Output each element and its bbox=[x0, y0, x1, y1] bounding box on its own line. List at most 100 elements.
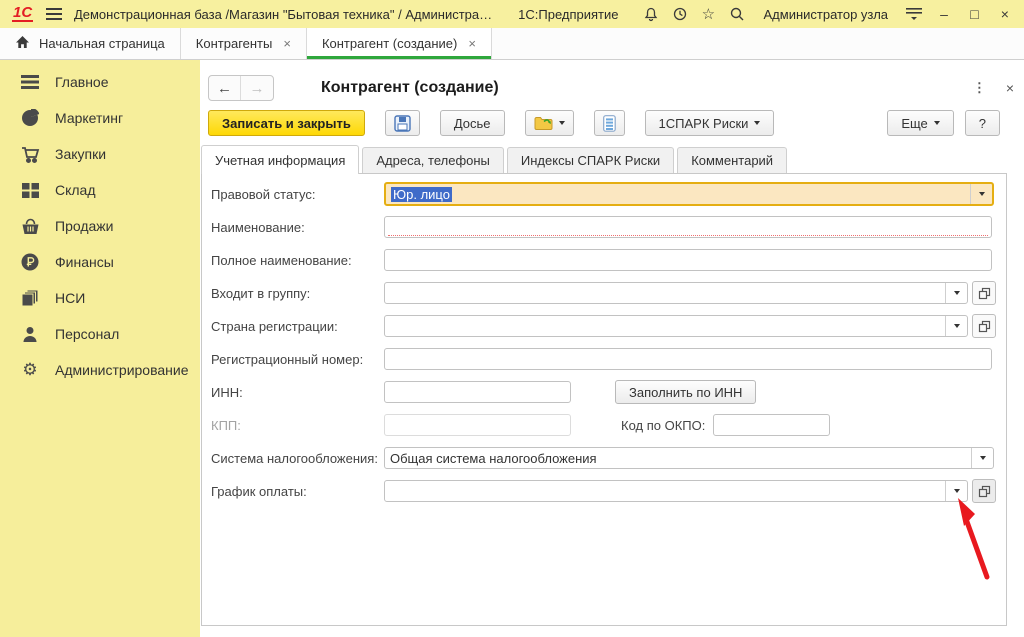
tab-home-label: Начальная страница bbox=[39, 36, 165, 51]
sidebar-item-finansy[interactable]: Финансы bbox=[0, 244, 200, 280]
favorites-icon[interactable]: ☆ bbox=[700, 4, 717, 24]
person-icon bbox=[20, 324, 40, 344]
field-row-strana-registracii: Страна регистрации: bbox=[211, 314, 1006, 338]
tax-system-combo[interactable]: Общая система налогообложения bbox=[384, 447, 994, 469]
save-and-close-button[interactable]: Записать и закрыть bbox=[208, 110, 365, 136]
nav-history-group: ← → bbox=[208, 75, 274, 101]
title-bar: 1С Демонстрационная база /Магазин "Бытов… bbox=[0, 0, 1024, 28]
form-header: ← → Контрагент (создание) ⋮ × bbox=[208, 74, 1014, 102]
tab-home[interactable]: Начальная страница bbox=[0, 28, 181, 59]
sidebar-item-sklad[interactable]: Склад bbox=[0, 172, 200, 208]
open-in-list-icon bbox=[978, 320, 991, 333]
combo-arrow[interactable] bbox=[971, 448, 993, 468]
field-row-grafik-oplaty: График оплаты: bbox=[211, 479, 1006, 503]
more-button[interactable]: Еще bbox=[887, 110, 953, 136]
search-icon[interactable] bbox=[729, 4, 746, 24]
name-input[interactable] bbox=[384, 216, 992, 238]
group-ref-input[interactable] bbox=[384, 282, 968, 304]
ruble-icon bbox=[20, 252, 40, 272]
minimize-button[interactable]: – bbox=[935, 6, 953, 22]
sidebar-item-administrirovanie[interactable]: ⚙ Администрирование bbox=[0, 352, 200, 388]
list-icon bbox=[603, 115, 616, 132]
field-row-inn: ИНН: Заполнить по ИНН bbox=[211, 380, 1006, 404]
open-country-button[interactable] bbox=[972, 314, 996, 338]
form-toolbar: Записать и закрыть Досье 1СПАРК Риски Ещ… bbox=[208, 110, 1024, 136]
tab-kommentarij[interactable]: Комментарий bbox=[677, 147, 787, 173]
close-form-icon[interactable]: × bbox=[1006, 80, 1014, 96]
chevron-down-icon bbox=[934, 121, 940, 125]
pie-chart-icon bbox=[20, 108, 40, 128]
open-group-button[interactable] bbox=[972, 281, 996, 305]
tab-adresa-telefony[interactable]: Адреса, телефоны bbox=[362, 147, 504, 173]
legal-status-combo[interactable]: Юр. лицо bbox=[384, 182, 994, 206]
history-icon[interactable] bbox=[671, 4, 688, 24]
inn-input[interactable] bbox=[384, 381, 571, 403]
field-row-sistema-nalogooblozheniya: Система налогообложения: Общая система н… bbox=[211, 446, 1006, 470]
cart-icon bbox=[20, 144, 40, 164]
tab-kontragenty[interactable]: Контрагенты × bbox=[181, 28, 307, 59]
help-button[interactable]: ? bbox=[965, 110, 1000, 136]
structure-list-button[interactable] bbox=[594, 110, 625, 136]
sidebar-item-zakupki[interactable]: Закупки bbox=[0, 136, 200, 172]
open-in-list-icon bbox=[978, 485, 991, 498]
current-user[interactable]: Администратор узла bbox=[764, 7, 889, 22]
back-button[interactable]: ← bbox=[209, 76, 241, 100]
fill-by-inn-button[interactable]: Заполнить по ИНН bbox=[615, 380, 756, 404]
field-row-naimenovanie: Наименование: bbox=[211, 215, 1006, 239]
dossier-button[interactable]: Досье bbox=[440, 110, 505, 136]
folder-icon bbox=[534, 115, 553, 131]
gear-icon: ⚙ bbox=[20, 360, 40, 380]
kpp-input bbox=[384, 414, 571, 436]
app-name: 1С:Предприятие bbox=[518, 7, 618, 22]
field-row-vhodit-v-gruppu: Входит в группу: bbox=[211, 281, 1006, 305]
combo-arrow[interactable] bbox=[945, 283, 967, 303]
tab-indeksy-spark[interactable]: Индексы СПАРК Риски bbox=[507, 147, 674, 173]
notifications-icon[interactable] bbox=[643, 4, 660, 24]
chevron-down-icon bbox=[754, 121, 760, 125]
field-row-registracionnyj-nomer: Регистрационный номер: bbox=[211, 347, 1006, 371]
sidebar-item-prodazhi[interactable]: Продажи bbox=[0, 208, 200, 244]
menu-lines-icon bbox=[20, 72, 40, 92]
okpo-input[interactable] bbox=[713, 414, 830, 436]
tab-kontragenty-label: Контрагенты bbox=[196, 36, 273, 51]
spark-risks-button[interactable]: 1СПАРК Риски bbox=[645, 110, 775, 136]
more-actions-icon[interactable]: ⋮ bbox=[973, 80, 986, 96]
sidebar-item-marketing[interactable]: Маркетинг bbox=[0, 100, 200, 136]
save-button[interactable] bbox=[385, 110, 420, 136]
window-title: Демонстрационная база /Магазин "Бытовая … bbox=[74, 7, 492, 22]
open-payment-schedule-button[interactable] bbox=[972, 479, 996, 503]
maximize-button[interactable]: □ bbox=[965, 6, 983, 22]
sections-panel: Главное Маркетинг Закупки Склад Продажи bbox=[0, 60, 200, 637]
country-ref-input[interactable] bbox=[384, 315, 968, 337]
basket-icon bbox=[20, 216, 40, 236]
okpo-label: Код по ОКПО: bbox=[621, 418, 705, 433]
required-marker bbox=[388, 235, 988, 236]
forward-button: → bbox=[241, 76, 273, 100]
combo-arrow[interactable] bbox=[945, 316, 967, 336]
open-in-list-icon bbox=[978, 287, 991, 300]
grid-icon bbox=[20, 180, 40, 200]
attach-dropdown-button[interactable] bbox=[525, 110, 574, 136]
window-tab-bar: Начальная страница Контрагенты × Контраг… bbox=[0, 28, 1024, 60]
service-menu-icon[interactable] bbox=[906, 4, 923, 24]
main-menu-icon[interactable] bbox=[45, 4, 62, 24]
combo-arrow[interactable] bbox=[970, 184, 992, 204]
tab-kontragent-create-label: Контрагент (создание) bbox=[322, 36, 457, 51]
registration-number-input[interactable] bbox=[384, 348, 992, 370]
form-area: ← → Контрагент (создание) ⋮ × Записать и… bbox=[200, 60, 1024, 637]
tab-uchetnaya-informaciya[interactable]: Учетная информация bbox=[201, 145, 359, 174]
sidebar-item-glavnoe[interactable]: Главное bbox=[0, 64, 200, 100]
form-tab-strip: Учетная информация Адреса, телефоны Инде… bbox=[201, 145, 1024, 173]
sidebar-item-nsi[interactable]: НСИ bbox=[0, 280, 200, 316]
field-row-polnoe-naimenovanie: Полное наименование: bbox=[211, 248, 1006, 272]
home-icon bbox=[15, 35, 30, 52]
close-tab-icon[interactable]: × bbox=[468, 36, 476, 51]
sidebar-item-personal[interactable]: Персонал bbox=[0, 316, 200, 352]
tab-kontragent-create[interactable]: Контрагент (создание) × bbox=[307, 28, 492, 59]
full-name-input[interactable] bbox=[384, 249, 992, 271]
combo-arrow[interactable] bbox=[945, 481, 967, 501]
close-tab-icon[interactable]: × bbox=[283, 36, 291, 51]
close-window-button[interactable]: × bbox=[996, 6, 1014, 22]
payment-schedule-ref-input[interactable] bbox=[384, 480, 968, 502]
field-row-pravovoj-status: Правовой статус: Юр. лицо bbox=[211, 182, 1006, 206]
